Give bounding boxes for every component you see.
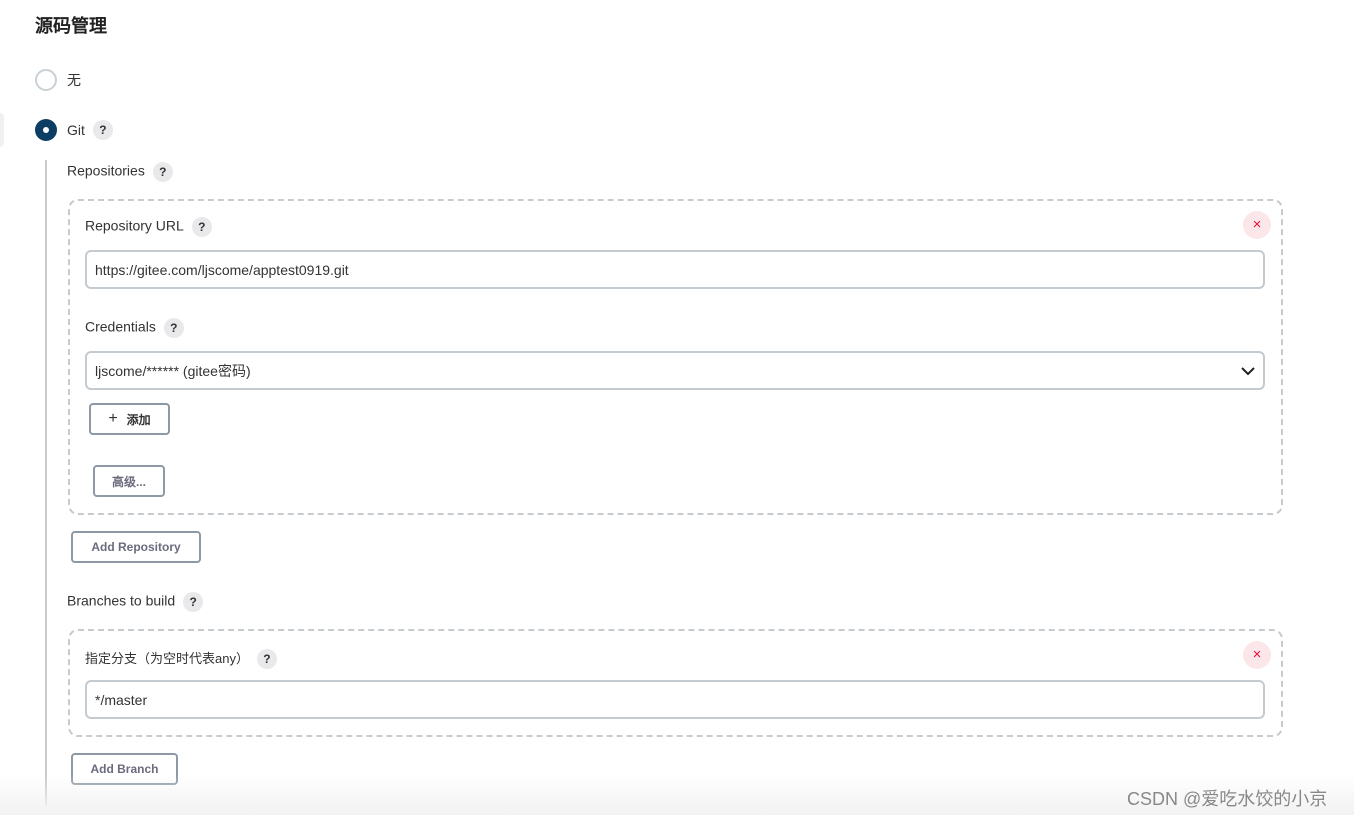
credentials-label: Credentials bbox=[85, 318, 156, 335]
plus-icon: + bbox=[108, 410, 118, 427]
repositories-label: Repositories bbox=[67, 162, 145, 179]
branches-heading: Branches to build? bbox=[67, 592, 204, 612]
repository-url-input[interactable]: https://gitee.com/ljscome/apptest0919.gi… bbox=[85, 250, 1265, 289]
radio-none[interactable] bbox=[35, 69, 57, 91]
scm-option-none[interactable]: 无 bbox=[35, 69, 81, 91]
advanced-button[interactable]: 高级... bbox=[93, 465, 165, 497]
watermark: CSDN @爱吃水饺的小京 bbox=[1127, 789, 1328, 809]
help-icon[interactable]: ? bbox=[183, 592, 204, 612]
add-credentials-button[interactable]: + 添加 bbox=[89, 403, 170, 435]
help-icon[interactable]: ? bbox=[256, 649, 277, 670]
add-repository-button[interactable]: Add Repository bbox=[71, 531, 201, 563]
branch-specifier-input[interactable]: */master bbox=[85, 680, 1265, 719]
repository-url-label: Repository URL bbox=[85, 217, 184, 234]
left-edge-tab bbox=[0, 113, 4, 147]
add-credentials-label: 添加 bbox=[126, 412, 151, 427]
help-icon[interactable]: ? bbox=[152, 162, 173, 182]
repositories-heading: Repositories? bbox=[67, 162, 173, 182]
credentials-value: ljscome/****** (gitee密码) bbox=[95, 362, 251, 379]
branches-label: Branches to build bbox=[67, 592, 176, 609]
scm-option-none-label: 无 bbox=[67, 72, 81, 88]
repository-url-heading: Repository URL? bbox=[85, 217, 212, 237]
delete-repository-icon[interactable]: × bbox=[1243, 211, 1271, 239]
section-indent-line bbox=[45, 160, 47, 805]
delete-branch-icon[interactable]: × bbox=[1243, 641, 1271, 669]
branch-specifier-label: 指定分支（为空时代表any） bbox=[85, 651, 249, 666]
branch-specifier-heading: 指定分支（为空时代表any）? bbox=[85, 648, 277, 670]
radio-git[interactable] bbox=[35, 119, 57, 141]
help-icon[interactable]: ? bbox=[92, 120, 113, 140]
section-title: 源码管理 bbox=[35, 16, 107, 36]
scm-option-git-label: Git bbox=[67, 122, 85, 138]
chevron-down-icon bbox=[1241, 366, 1255, 375]
help-icon[interactable]: ? bbox=[163, 318, 184, 338]
scm-option-git[interactable]: Git ? bbox=[35, 119, 113, 141]
branch-specifier-value: */master bbox=[95, 691, 148, 708]
help-icon[interactable]: ? bbox=[191, 217, 212, 237]
credentials-select[interactable]: ljscome/****** (gitee密码) bbox=[85, 351, 1265, 390]
repository-url-value: https://gitee.com/ljscome/apptest0919.gi… bbox=[95, 261, 349, 278]
credentials-heading: Credentials? bbox=[85, 318, 184, 338]
